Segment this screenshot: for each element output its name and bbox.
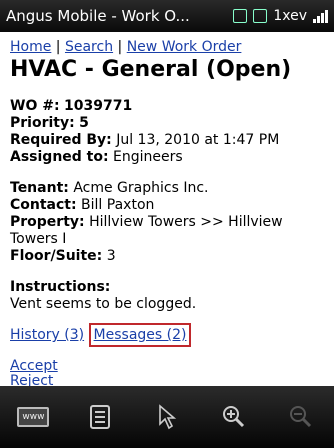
status-area: 1xev (233, 0, 334, 32)
priority-label: Priority: (10, 115, 75, 131)
browser-toolbar: www (0, 386, 334, 448)
cursor-icon (159, 404, 177, 430)
messages-link[interactable]: Messages (2) (88, 323, 192, 347)
tenant-value: Acme Graphics Inc. (73, 180, 209, 196)
page-view-button[interactable] (78, 397, 122, 437)
detail-links: History (3) Messages (2) (10, 323, 324, 347)
signal-strength-icon (313, 9, 328, 23)
cursor-mode-button[interactable] (145, 397, 189, 437)
contact-value: Bill Paxton (81, 197, 155, 213)
property-label: Property: (10, 214, 85, 230)
data-connection-icon (233, 9, 248, 23)
work-order-page: Home | Search | New Work Order HVAC - Ge… (0, 32, 334, 386)
zoom-in-button[interactable] (212, 397, 256, 437)
instructions-label: Instructions: (10, 279, 111, 295)
carrier-label: 1xev (273, 8, 307, 24)
wo-number-label: WO #: (10, 98, 60, 114)
contact-label: Contact: (10, 197, 77, 213)
assigned-to-value: Engineers (113, 149, 183, 165)
page-title: HVAC - General (Open) (10, 57, 292, 82)
notification-icon (253, 9, 268, 23)
required-by-label: Required By: (10, 132, 112, 148)
zoom-out-button[interactable] (279, 397, 323, 437)
title-bar: Angus Mobile - Work O... 1xev (0, 0, 334, 32)
zoom-out-icon (289, 406, 311, 428)
nav-separator: | (51, 39, 65, 55)
assigned-to-label: Assigned to: (10, 149, 109, 165)
new-work-order-link[interactable]: New Work Order (127, 39, 242, 55)
home-link[interactable]: Home (10, 39, 51, 55)
floor-suite-label: Floor/Suite: (10, 248, 103, 264)
nav-separator: | (113, 39, 127, 55)
zoom-in-icon (222, 406, 244, 428)
instructions-section: Instructions: Vent seems to be clogged. (10, 279, 324, 313)
work-order-details: WO #: 1039771 Priority: 5 Required By: J… (10, 98, 324, 166)
wo-number-value: 1039771 (64, 98, 133, 114)
action-links: Accept Reject (10, 358, 324, 387)
floor-suite-value: 3 (106, 248, 116, 264)
instructions-text: Vent seems to be clogged. (10, 296, 197, 312)
page-icon (90, 405, 111, 429)
history-link[interactable]: History (3) (10, 327, 84, 343)
search-link[interactable]: Search (65, 39, 113, 55)
reject-link[interactable]: Reject (10, 373, 53, 387)
accept-link[interactable]: Accept (10, 358, 58, 374)
required-by-value: Jul 13, 2010 at 1:47 PM (116, 132, 280, 148)
priority-value: 5 (79, 115, 89, 131)
go-to-address-button[interactable]: www (11, 397, 55, 437)
breadcrumb: Home | Search | New Work Order (10, 38, 324, 56)
tenant-label: Tenant: (10, 180, 69, 196)
app-title: Angus Mobile - Work O... (6, 7, 190, 25)
www-icon: www (17, 407, 50, 427)
tenant-details: Tenant: Acme Graphics Inc. Contact: Bill… (10, 180, 324, 265)
